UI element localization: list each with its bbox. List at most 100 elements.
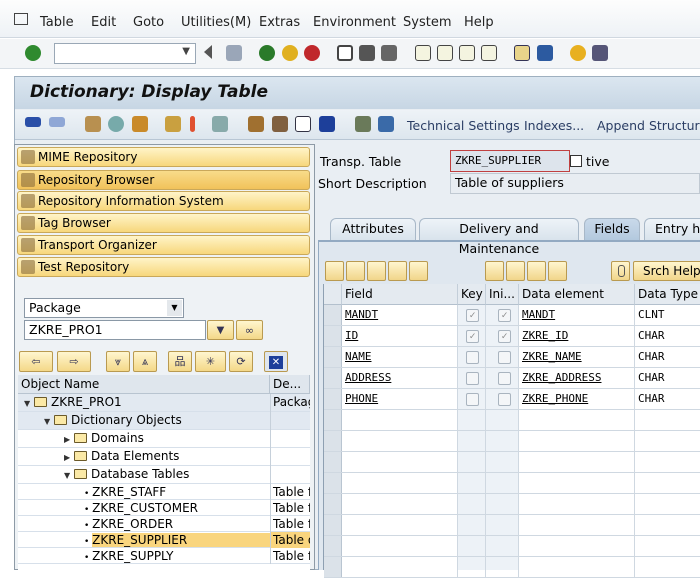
row-selector[interactable] (324, 389, 342, 409)
where-used-icon[interactable] (190, 116, 195, 132)
command-field[interactable]: ▼ (54, 43, 196, 64)
ini-checkbox[interactable] (498, 372, 511, 385)
cell-field[interactable]: NAME (342, 347, 458, 368)
cell-type[interactable]: CLNT (635, 305, 700, 326)
copy-button[interactable] (346, 261, 365, 281)
technical-settings-button[interactable]: Technical Settings (407, 118, 520, 133)
ini-checkbox[interactable]: ✓ (498, 330, 511, 343)
menu-extras[interactable]: Extras (259, 15, 300, 30)
enter-icon[interactable] (25, 45, 41, 61)
col-header-initial[interactable]: Ini... (486, 284, 519, 305)
key-checkbox[interactable] (466, 351, 479, 364)
cell-element[interactable]: ZKRE_NAME (519, 347, 635, 368)
col-header-key[interactable]: Key (458, 284, 486, 305)
append-structure-button[interactable]: Append Structure... (597, 118, 700, 133)
field-value[interactable]: ID (345, 329, 358, 342)
last-page-icon[interactable] (481, 45, 497, 61)
collapse-arrow-icon[interactable]: ▼ (44, 413, 54, 430)
cell-type[interactable]: CHAR (635, 347, 700, 368)
menu-system[interactable]: System (403, 15, 451, 30)
expand-all-button[interactable]: ⩔ (106, 351, 130, 372)
cell-element[interactable]: ZKRE_ID (519, 326, 635, 347)
cell-ini[interactable] (486, 347, 519, 368)
other-object-icon[interactable] (108, 116, 124, 132)
display-change-icon[interactable] (85, 116, 101, 132)
back-icon[interactable] (259, 45, 275, 61)
mime-repository-button[interactable]: MIME Repository (17, 147, 310, 167)
transp-table-input[interactable]: ZKRE_SUPPLIER (450, 150, 570, 172)
collapse-arrow-icon[interactable]: ▼ (64, 467, 74, 484)
find-icon[interactable] (359, 45, 375, 61)
first-page-icon[interactable] (415, 45, 431, 61)
cell-type[interactable]: CHAR (635, 368, 700, 389)
chevron-down-icon[interactable]: ▼ (182, 46, 190, 57)
paste-button[interactable] (367, 261, 386, 281)
search-help-button[interactable]: Srch Help (633, 261, 700, 281)
tree-node[interactable]: ▼ ZKRE_PRO1 Package (18, 394, 310, 412)
cell-type[interactable]: CHAR (635, 326, 700, 347)
cell-field[interactable]: PHONE (342, 389, 458, 410)
previous-page-icon[interactable] (437, 45, 453, 61)
tree-node[interactable]: • ZKRE_CUSTOMER Table fo (18, 500, 310, 516)
back-arrow-icon[interactable] (25, 117, 41, 127)
key-checkbox[interactable] (466, 393, 479, 406)
tree-node[interactable]: ▶ Domains (18, 430, 310, 448)
check-icon[interactable] (132, 116, 148, 132)
cell-field[interactable]: MANDT (342, 305, 458, 326)
menu-help[interactable]: Help (464, 15, 494, 30)
collapse-button[interactable] (548, 261, 567, 281)
cancel-icon[interactable] (304, 45, 320, 61)
collapse-all-button[interactable]: ⩓ (133, 351, 157, 372)
col-header-data-element[interactable]: Data element (519, 284, 635, 305)
field-value[interactable]: NAME (345, 350, 372, 363)
tree-header-description[interactable]: De... (270, 375, 310, 394)
element-value[interactable]: ZKRE_ID (522, 329, 568, 342)
element-value[interactable]: MANDT (522, 308, 555, 321)
cell-ini[interactable] (486, 389, 519, 410)
print-icon[interactable] (337, 45, 353, 61)
ini-checkbox[interactable] (498, 393, 511, 406)
cell-element[interactable]: ZKRE_ADDRESS (519, 368, 635, 389)
cell-key[interactable]: ✓ (458, 305, 486, 326)
object-name-input[interactable]: ZKRE_PRO1 (24, 320, 206, 340)
tree-header-object-name[interactable]: Object Name (18, 375, 270, 394)
tree-node[interactable]: ▼ Database Tables (18, 466, 310, 484)
col-header-data-type[interactable]: Data Type (635, 284, 700, 305)
tag-browser-button[interactable]: Tag Browser (17, 213, 310, 233)
element-value[interactable]: ZKRE_PHONE (522, 392, 588, 405)
new-object-button[interactable]: ✳ (195, 351, 226, 372)
row-selector[interactable] (324, 536, 342, 556)
close-browser-button[interactable]: ✕ (264, 351, 288, 372)
row-selector[interactable] (324, 347, 342, 367)
field-value[interactable]: PHONE (345, 392, 378, 405)
row-selector[interactable] (324, 494, 342, 514)
row-selector[interactable] (324, 326, 342, 346)
insert-include-button[interactable] (506, 261, 525, 281)
tree-node[interactable]: ▶ Data Elements (18, 448, 310, 466)
key-checkbox[interactable]: ✓ (466, 330, 479, 343)
exit-icon[interactable] (282, 45, 298, 61)
cell-element[interactable]: ZKRE_PHONE (519, 389, 635, 410)
display-glasses-button[interactable]: ∞ (236, 320, 263, 340)
ini-checkbox[interactable]: ✓ (498, 309, 511, 322)
cell-ini[interactable] (486, 368, 519, 389)
tree-node[interactable]: • ZKRE_SUPPLY Table fo (18, 548, 310, 564)
table-contents-icon[interactable] (378, 116, 394, 132)
expand-arrow-icon[interactable]: ▶ (64, 431, 74, 448)
menu-environment[interactable]: Environment (313, 15, 396, 30)
tab-attributes[interactable]: Attributes (330, 218, 416, 240)
system-menu-icon[interactable] (14, 13, 28, 25)
menu-edit[interactable]: Edit (91, 15, 116, 30)
cell-field[interactable]: ID (342, 326, 458, 347)
test-repository-button[interactable]: Test Repository (17, 257, 310, 277)
find-next-icon[interactable] (381, 45, 397, 61)
cell-type[interactable]: CHAR (635, 389, 700, 410)
foreign-key-button[interactable] (611, 261, 630, 281)
back-history-button[interactable]: ⇦ (19, 351, 53, 372)
object-name-dropdown-button[interactable]: ▼ (207, 320, 234, 340)
repository-information-system-button[interactable]: Repository Information System (17, 191, 310, 211)
menu-goto[interactable]: Goto (133, 15, 164, 30)
cell-key[interactable] (458, 368, 486, 389)
expand-arrow-icon[interactable]: ▶ (64, 449, 74, 466)
remove-include-button[interactable] (527, 261, 546, 281)
